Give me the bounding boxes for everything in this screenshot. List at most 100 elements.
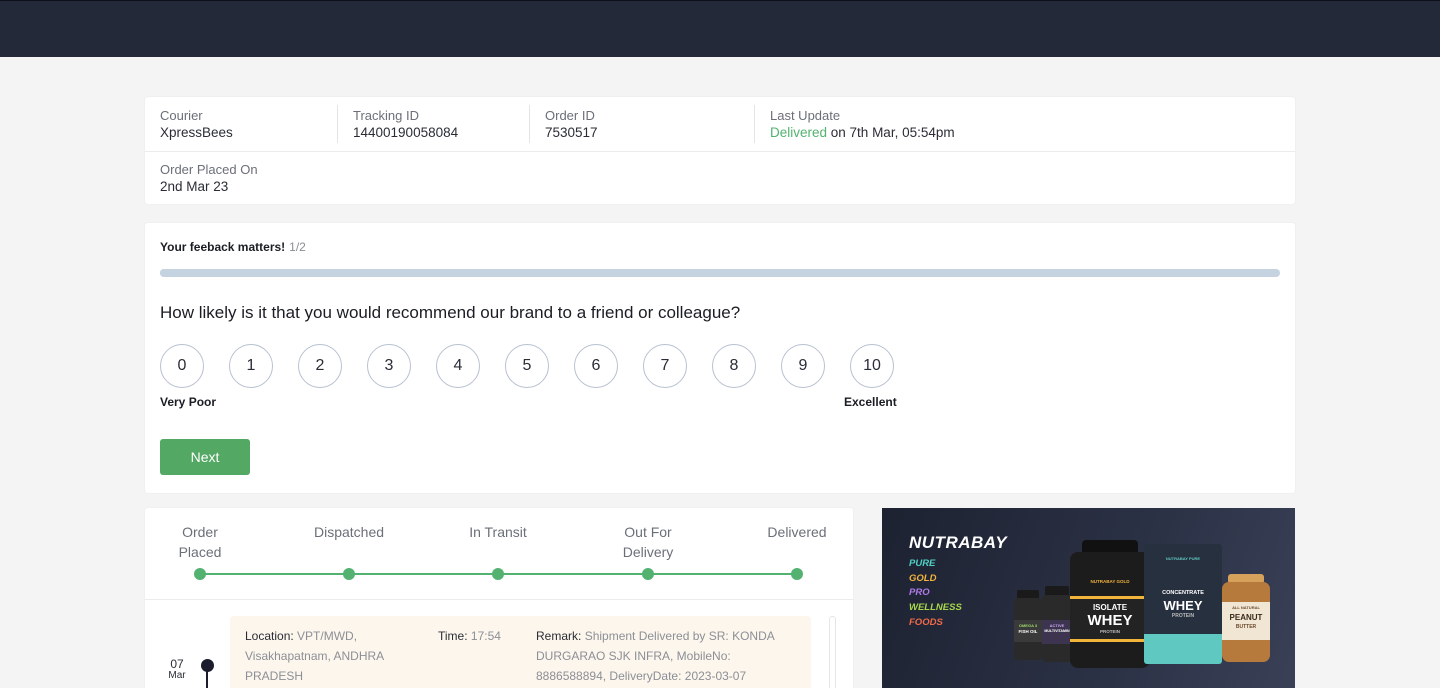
peanut-butter-jar-image: ALL NATURAL PEANUT BUTTER — [1222, 574, 1270, 662]
banner-category-wellness: WELLNESS — [909, 602, 962, 614]
location-line-2: Visakhapatnam, ANDHRA — [245, 649, 385, 663]
time-label: Time: — [438, 629, 468, 643]
location-label: Location: — [245, 629, 294, 643]
order-placed-cell: Order Placed On 2nd Mar 23 — [145, 162, 258, 195]
fish-oil-jar-image: OMEGA 3 FISH OIL — [1014, 590, 1042, 660]
step-label-1: Order Placed — [150, 522, 250, 562]
order-id-value: 7530517 — [545, 124, 598, 140]
event-remark: Remark: Shipment Delivered by SR: KONDA … — [536, 626, 806, 686]
last-update-value: Delivered on 7th Mar, 05:54pm — [770, 124, 1295, 141]
fish-oil-label-1: OMEGA 3 — [1018, 623, 1038, 628]
tracking-timeline-card: Order Placed Dispatched In Transit Out For De… — [145, 508, 853, 688]
event-location: Location: VPT/MWD, Visakhapatnam, ANDHRA… — [245, 626, 425, 686]
score-option-6[interactable]: 6 — [574, 344, 618, 388]
feedback-card: Your feeback matters! 1/2 How likely is i… — [145, 223, 1295, 493]
multivitamin-label-2: MULTIVITAMIN — [1044, 629, 1070, 633]
brand-logo: NUTRABAY — [909, 533, 1008, 552]
location-line-1: VPT/MWD, — [297, 629, 358, 643]
step-label-2: Dispatched — [299, 522, 399, 542]
event-time: Time: 17:54 — [438, 626, 528, 646]
step-label-line: In Transit — [469, 524, 527, 540]
isolate-brand-label: NUTRABAY GOLD — [1090, 579, 1130, 584]
feedback-progress-fill — [160, 269, 720, 277]
concentrate-whey-pouch-image: NUTRABAY PURE CONCENTRATE WHEY PROTEIN — [1144, 544, 1222, 664]
feedback-progress-bar — [160, 269, 1280, 277]
banner-category-gold: GOLD — [909, 572, 937, 584]
score-option-2[interactable]: 2 — [298, 344, 342, 388]
last-update-label: Last Update — [770, 107, 841, 123]
event-date: 07 Mar — [165, 658, 189, 682]
order-id-label: Order ID — [545, 107, 595, 123]
remark-line-3: 8886588894, DeliveryDate: 2023-03-07 — [536, 669, 747, 683]
delivered-status: Delivered — [770, 124, 828, 140]
courier-cell: Courier XpressBees — [145, 108, 337, 141]
remark-line-1: Shipment Delivered by SR: KONDA — [584, 629, 775, 643]
fish-oil-label-2: FISH OIL — [1018, 629, 1038, 634]
banner-category-foods: FOODS — [909, 616, 943, 628]
concentrate-top-label: CONCENTRATE — [1162, 590, 1204, 596]
multivitamin-jar-image: ACTIVE MULTIVITAMIN — [1042, 586, 1072, 662]
step-label-line: Delivery — [622, 544, 674, 560]
remark-label: Remark: — [536, 629, 582, 643]
step-label-line: Placed — [178, 544, 222, 560]
order-placed-value: 2nd Mar 23 — [160, 178, 229, 194]
tracking-id-label: Tracking ID — [353, 107, 419, 123]
shipment-info-card: Courier XpressBees Tracking ID 144001900… — [145, 97, 1295, 204]
next-button[interactable]: Next — [160, 439, 250, 475]
last-update-cell: Last Update Delivered on 7th Mar, 05:54p… — [755, 108, 1295, 141]
concentrate-sub-label: PROTEIN — [1171, 613, 1195, 619]
score-option-8[interactable]: 8 — [712, 344, 756, 388]
remark-line-2: DURGARAO SJK INFRA, MobileNo: — [536, 649, 731, 663]
step-label-4: Out For Delivery — [598, 522, 698, 562]
isolate-whey-tub-image: NUTRABAY GOLD ISOLATE WHEY PROTEIN — [1070, 540, 1150, 668]
concentrate-main-label: WHEY — [1163, 598, 1203, 613]
step-dot-1 — [194, 568, 206, 580]
feedback-step-count: 1/2 — [289, 240, 306, 254]
step-label-line: Dispatched — [313, 524, 385, 540]
nps-scale: 0 1 2 3 4 5 6 7 8 9 10 — [160, 344, 919, 388]
event-day: 07 — [170, 657, 184, 671]
tracking-id-cell: Tracking ID 14400190058084 — [338, 108, 529, 141]
score-option-9[interactable]: 9 — [781, 344, 825, 388]
step-label-line: Delivered — [767, 524, 827, 540]
peanut-top-label: ALL NATURAL — [1232, 605, 1260, 610]
step-dot-3 — [492, 568, 504, 580]
score-option-5[interactable]: 5 — [505, 344, 549, 388]
scale-low-label: Very Poor — [160, 395, 217, 409]
courier-value: XpressBees — [160, 124, 233, 140]
step-dot-5 — [791, 568, 803, 580]
courier-label: Courier — [160, 107, 203, 123]
order-id-cell: Order ID 7530517 — [530, 108, 754, 141]
score-option-0[interactable]: 0 — [160, 344, 204, 388]
events-scrollbar[interactable] — [829, 616, 836, 688]
isolate-main-label: WHEY — [1087, 612, 1133, 629]
score-option-1[interactable]: 1 — [229, 344, 273, 388]
last-update-time: on 7th Mar, 05:54pm — [827, 124, 955, 140]
step-label-5: Delivered — [747, 522, 847, 542]
isolate-sub-label: PROTEIN — [1099, 629, 1120, 634]
time-value: 17:54 — [470, 629, 501, 643]
step-label-line: Order — [182, 524, 218, 540]
score-option-7[interactable]: 7 — [643, 344, 687, 388]
peanut-main-label: PEANUT — [1229, 613, 1263, 622]
banner-category-pure: PURE — [909, 558, 936, 569]
promo-banner[interactable]: NUTRABAY PURE GOLD PRO WELLNESS FOODS OMEGA … — [882, 508, 1295, 688]
peanut-sub-label: BUTTER — [1235, 624, 1257, 630]
top-navbar — [0, 0, 1440, 57]
step-label-3: In Transit — [448, 522, 548, 542]
nps-question: How likely is it that you would recommen… — [160, 303, 741, 322]
event-connector — [206, 671, 208, 688]
score-option-10[interactable]: 10 — [850, 344, 894, 388]
score-option-4[interactable]: 4 — [436, 344, 480, 388]
multivitamin-label-1: ACTIVE — [1049, 623, 1065, 628]
isolate-top-label: ISOLATE — [1092, 603, 1128, 612]
tracking-id-value: 14400190058084 — [353, 124, 459, 140]
tracking-steps: Order Placed Dispatched In Transit Out For De… — [145, 508, 853, 600]
concentrate-brand-label: NUTRABAY PURE — [1165, 556, 1201, 561]
scale-high-label: Excellent — [844, 395, 897, 409]
tracking-events: 07 Mar Location: VPT/MWD, Visakhapatnam,… — [145, 601, 853, 688]
event-month: Mar — [168, 670, 186, 681]
score-option-3[interactable]: 3 — [367, 344, 411, 388]
order-placed-label: Order Placed On — [160, 161, 258, 177]
step-dot-2 — [343, 568, 355, 580]
